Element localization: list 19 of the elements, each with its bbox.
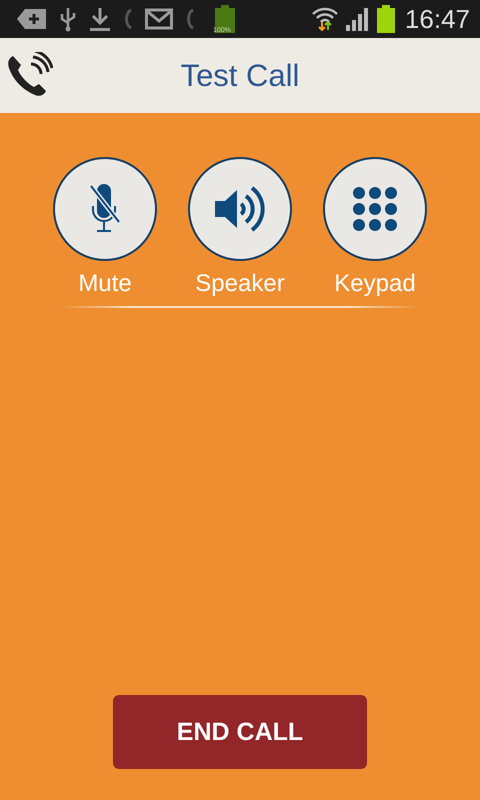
add-icon <box>17 8 47 30</box>
control-label: Mute <box>78 270 132 298</box>
battery-icon <box>215 5 235 33</box>
clock: 16:47 <box>404 4 470 34</box>
mail-icon <box>145 8 173 30</box>
usb-icon <box>59 6 77 32</box>
battery-icon <box>376 5 395 33</box>
download-icon <box>89 6 111 32</box>
end-call-button[interactable]: END CALL <box>113 695 367 769</box>
screen-title: Test Call <box>180 58 300 94</box>
speaker-icon <box>214 184 266 234</box>
wifi-icon <box>310 6 339 32</box>
phone-icon <box>123 8 133 30</box>
keypad-icon <box>352 186 398 232</box>
phone-call-icon <box>7 52 53 98</box>
signal-icon <box>344 6 371 32</box>
phone-icon <box>185 8 195 30</box>
control-label: Keypad <box>334 270 416 298</box>
control-label: Speaker <box>195 270 285 298</box>
